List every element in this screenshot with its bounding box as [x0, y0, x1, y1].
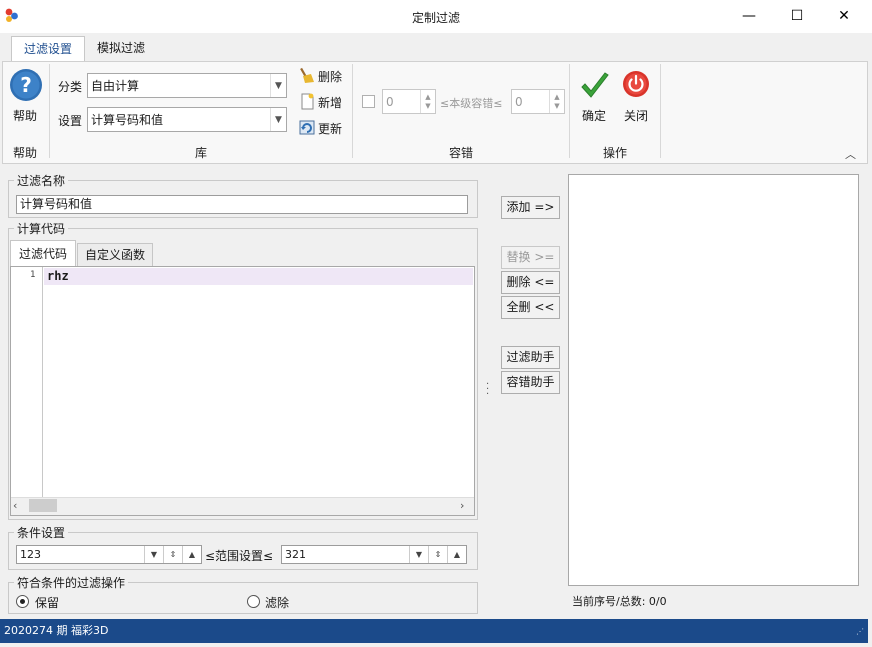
keep-radio[interactable] — [16, 595, 29, 608]
category-label: 分类 — [58, 80, 83, 94]
filter-name-input[interactable]: 计算号码和值 — [16, 195, 468, 214]
scrollbar-thumb[interactable] — [29, 499, 57, 512]
tolerance-min-value: 0 — [386, 94, 394, 109]
spinner-arrows-icon[interactable]: ⇕ — [163, 546, 182, 563]
resize-grip-icon[interactable]: ⋰ — [856, 628, 864, 636]
close-window-button[interactable]: ✕ — [821, 0, 867, 32]
action-legend: 符合条件的过滤操作 — [14, 574, 129, 591]
condition-min-input[interactable]: 123 ▼ ⇕ ▲ — [16, 545, 202, 564]
remove-radio[interactable] — [247, 595, 260, 608]
status-text: 2020274 期 福彩3D — [4, 624, 109, 637]
line-number: 1 — [30, 270, 36, 280]
scroll-left-icon[interactable]: ‹ — [13, 499, 17, 512]
help-button-label[interactable]: 帮助 — [13, 107, 37, 124]
help-icon[interactable]: ? — [9, 68, 43, 102]
chevron-down-icon[interactable]: ▼ — [270, 108, 286, 131]
code-editor[interactable] — [10, 266, 475, 516]
tolerance-min-input[interactable]: 0 ▲ ▼ — [382, 89, 436, 114]
condition-legend: 条件设置 — [14, 524, 69, 541]
chevron-up-icon[interactable]: ▲ — [447, 546, 466, 563]
close-button[interactable]: 关闭 — [624, 107, 648, 124]
power-icon[interactable] — [622, 70, 650, 98]
condition-max-input[interactable]: 321 ▼ ⇕ ▲ — [281, 545, 467, 564]
condition-max-value: 321 — [285, 548, 306, 561]
spinner-arrows-icon[interactable]: ▲ ▼ — [549, 90, 564, 113]
update-icon[interactable] — [299, 119, 316, 136]
new-document-icon[interactable] — [299, 93, 316, 110]
filter-name-legend: 过滤名称 — [14, 172, 69, 189]
group-label-library: 库 — [194, 146, 207, 160]
filter-list[interactable] — [568, 174, 859, 586]
tolerance-max-input[interactable]: 0 ▲ ▼ — [511, 89, 565, 114]
splitter-grip-icon[interactable]: · · · — [486, 380, 489, 400]
ok-button[interactable]: 确定 — [582, 107, 606, 124]
category-value: 自由计算 — [91, 79, 140, 93]
status-bar: 2020274 期 福彩3D — [0, 619, 868, 643]
delete-item-button[interactable]: 删除 <= — [501, 271, 560, 294]
broom-icon[interactable] — [299, 67, 316, 84]
setting-value: 计算号码和值 — [91, 113, 164, 127]
group-separator — [660, 64, 661, 158]
code-legend: 计算代码 — [14, 220, 69, 237]
chevron-down-icon[interactable]: ▼ — [409, 546, 428, 563]
remove-label[interactable]: 滤除 — [265, 594, 289, 611]
tolerance-label: ≤本级容错≤ — [440, 97, 503, 110]
add-button[interactable]: 添加 => — [501, 196, 560, 219]
filter-helper-button[interactable]: 过滤助手 — [501, 346, 560, 369]
tolerance-helper-button[interactable]: 容错助手 — [501, 371, 560, 394]
checkmark-icon[interactable] — [579, 70, 611, 102]
line-gutter — [11, 267, 43, 497]
group-label-operation: 操作 — [602, 146, 627, 160]
spinner-arrows-icon[interactable]: ⇕ — [428, 546, 447, 563]
scroll-right-icon[interactable]: › — [460, 499, 464, 512]
current-line-highlight — [44, 268, 473, 285]
condition-min-value: 123 — [20, 548, 41, 561]
setting-select[interactable]: 计算号码和值 ▼ — [87, 107, 287, 132]
maximize-button[interactable]: ☐ — [774, 0, 820, 32]
delete-button[interactable]: 删除 — [318, 68, 342, 85]
svg-text:?: ? — [20, 73, 32, 97]
replace-button[interactable]: 替换 >= — [501, 246, 560, 269]
tab-simulate-filter[interactable]: 模拟过滤 — [85, 36, 157, 62]
code-line[interactable]: rhz — [47, 269, 69, 283]
spinner-arrows-icon[interactable]: ▲ ▼ — [420, 90, 435, 113]
tab-filter-settings[interactable]: 过滤设置 — [11, 36, 86, 62]
new-button[interactable]: 新增 — [318, 94, 342, 111]
chevron-up-icon[interactable]: ▲ — [182, 546, 201, 563]
group-label-help: 帮助 — [12, 146, 37, 160]
keep-label[interactable]: 保留 — [35, 594, 59, 611]
tab-custom-functions[interactable]: 自定义函数 — [77, 243, 153, 267]
horizontal-scrollbar[interactable] — [11, 497, 474, 515]
group-label-tolerance: 容错 — [448, 146, 473, 160]
minimize-button[interactable]: — — [726, 0, 772, 32]
chevron-down-icon[interactable]: ▼ — [270, 74, 286, 97]
delete-all-button[interactable]: 全删 << — [501, 296, 560, 319]
category-select[interactable]: 自由计算 ▼ — [87, 73, 287, 98]
setting-label: 设置 — [58, 114, 83, 128]
tolerance-max-value: 0 — [515, 94, 523, 109]
collapse-ribbon-icon[interactable]: ︿ — [845, 146, 856, 162]
tab-filter-code[interactable]: 过滤代码 — [10, 240, 76, 267]
update-button[interactable]: 更新 — [318, 120, 342, 137]
tolerance-checkbox[interactable] — [362, 95, 375, 108]
list-position-status: 当前序号/总数: 0/0 — [572, 595, 667, 608]
chevron-down-icon[interactable]: ▼ — [144, 546, 163, 563]
range-label: ≤范围设置≤ — [205, 549, 274, 563]
